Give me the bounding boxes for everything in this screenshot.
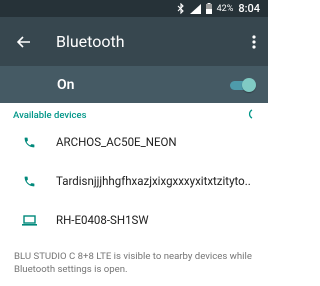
bluetooth-icon <box>177 3 185 14</box>
battery-percent: 42% <box>216 3 234 14</box>
laptop-icon <box>0 214 56 226</box>
toolbar: Bluetooth <box>0 17 268 66</box>
section-title: Available devices <box>13 109 87 121</box>
device-item[interactable]: Tardisnjjjhhgfhxazjxixgxxxyxitxtzityto.. <box>0 161 268 201</box>
bluetooth-toggle[interactable] <box>228 77 256 92</box>
device-name: Tardisnjjjhhgfhxazjxixgxxxyxitxtzityto.. <box>56 174 251 188</box>
status-time: 8:04 <box>238 2 260 15</box>
bluetooth-switch-bar[interactable]: On <box>0 66 268 103</box>
visibility-notice: BLU STUDIO C 8+8 LTE is visible to nearb… <box>14 251 252 275</box>
battery-icon <box>205 3 212 14</box>
switch-label: On <box>57 76 75 93</box>
phone-icon <box>0 175 56 188</box>
more-vert-icon <box>252 34 256 49</box>
device-item[interactable]: ARCHOS_AC50E_NEON <box>0 122 268 162</box>
back-button[interactable] <box>0 35 48 48</box>
toggle-thumb <box>242 77 256 92</box>
arrow-left-icon <box>17 35 30 48</box>
status-bar: 42% 8:04 <box>0 0 268 17</box>
phone-icon <box>0 136 56 149</box>
device-item[interactable]: RH-E0408-SH1SW <box>0 200 268 240</box>
device-name: ARCHOS_AC50E_NEON <box>56 135 177 149</box>
signal-icon <box>189 3 201 14</box>
page-title: Bluetooth <box>56 32 125 51</box>
overflow-menu-button[interactable] <box>240 34 268 49</box>
device-name: RH-E0408-SH1SW <box>56 213 149 227</box>
progress-spinner-icon <box>246 108 254 122</box>
